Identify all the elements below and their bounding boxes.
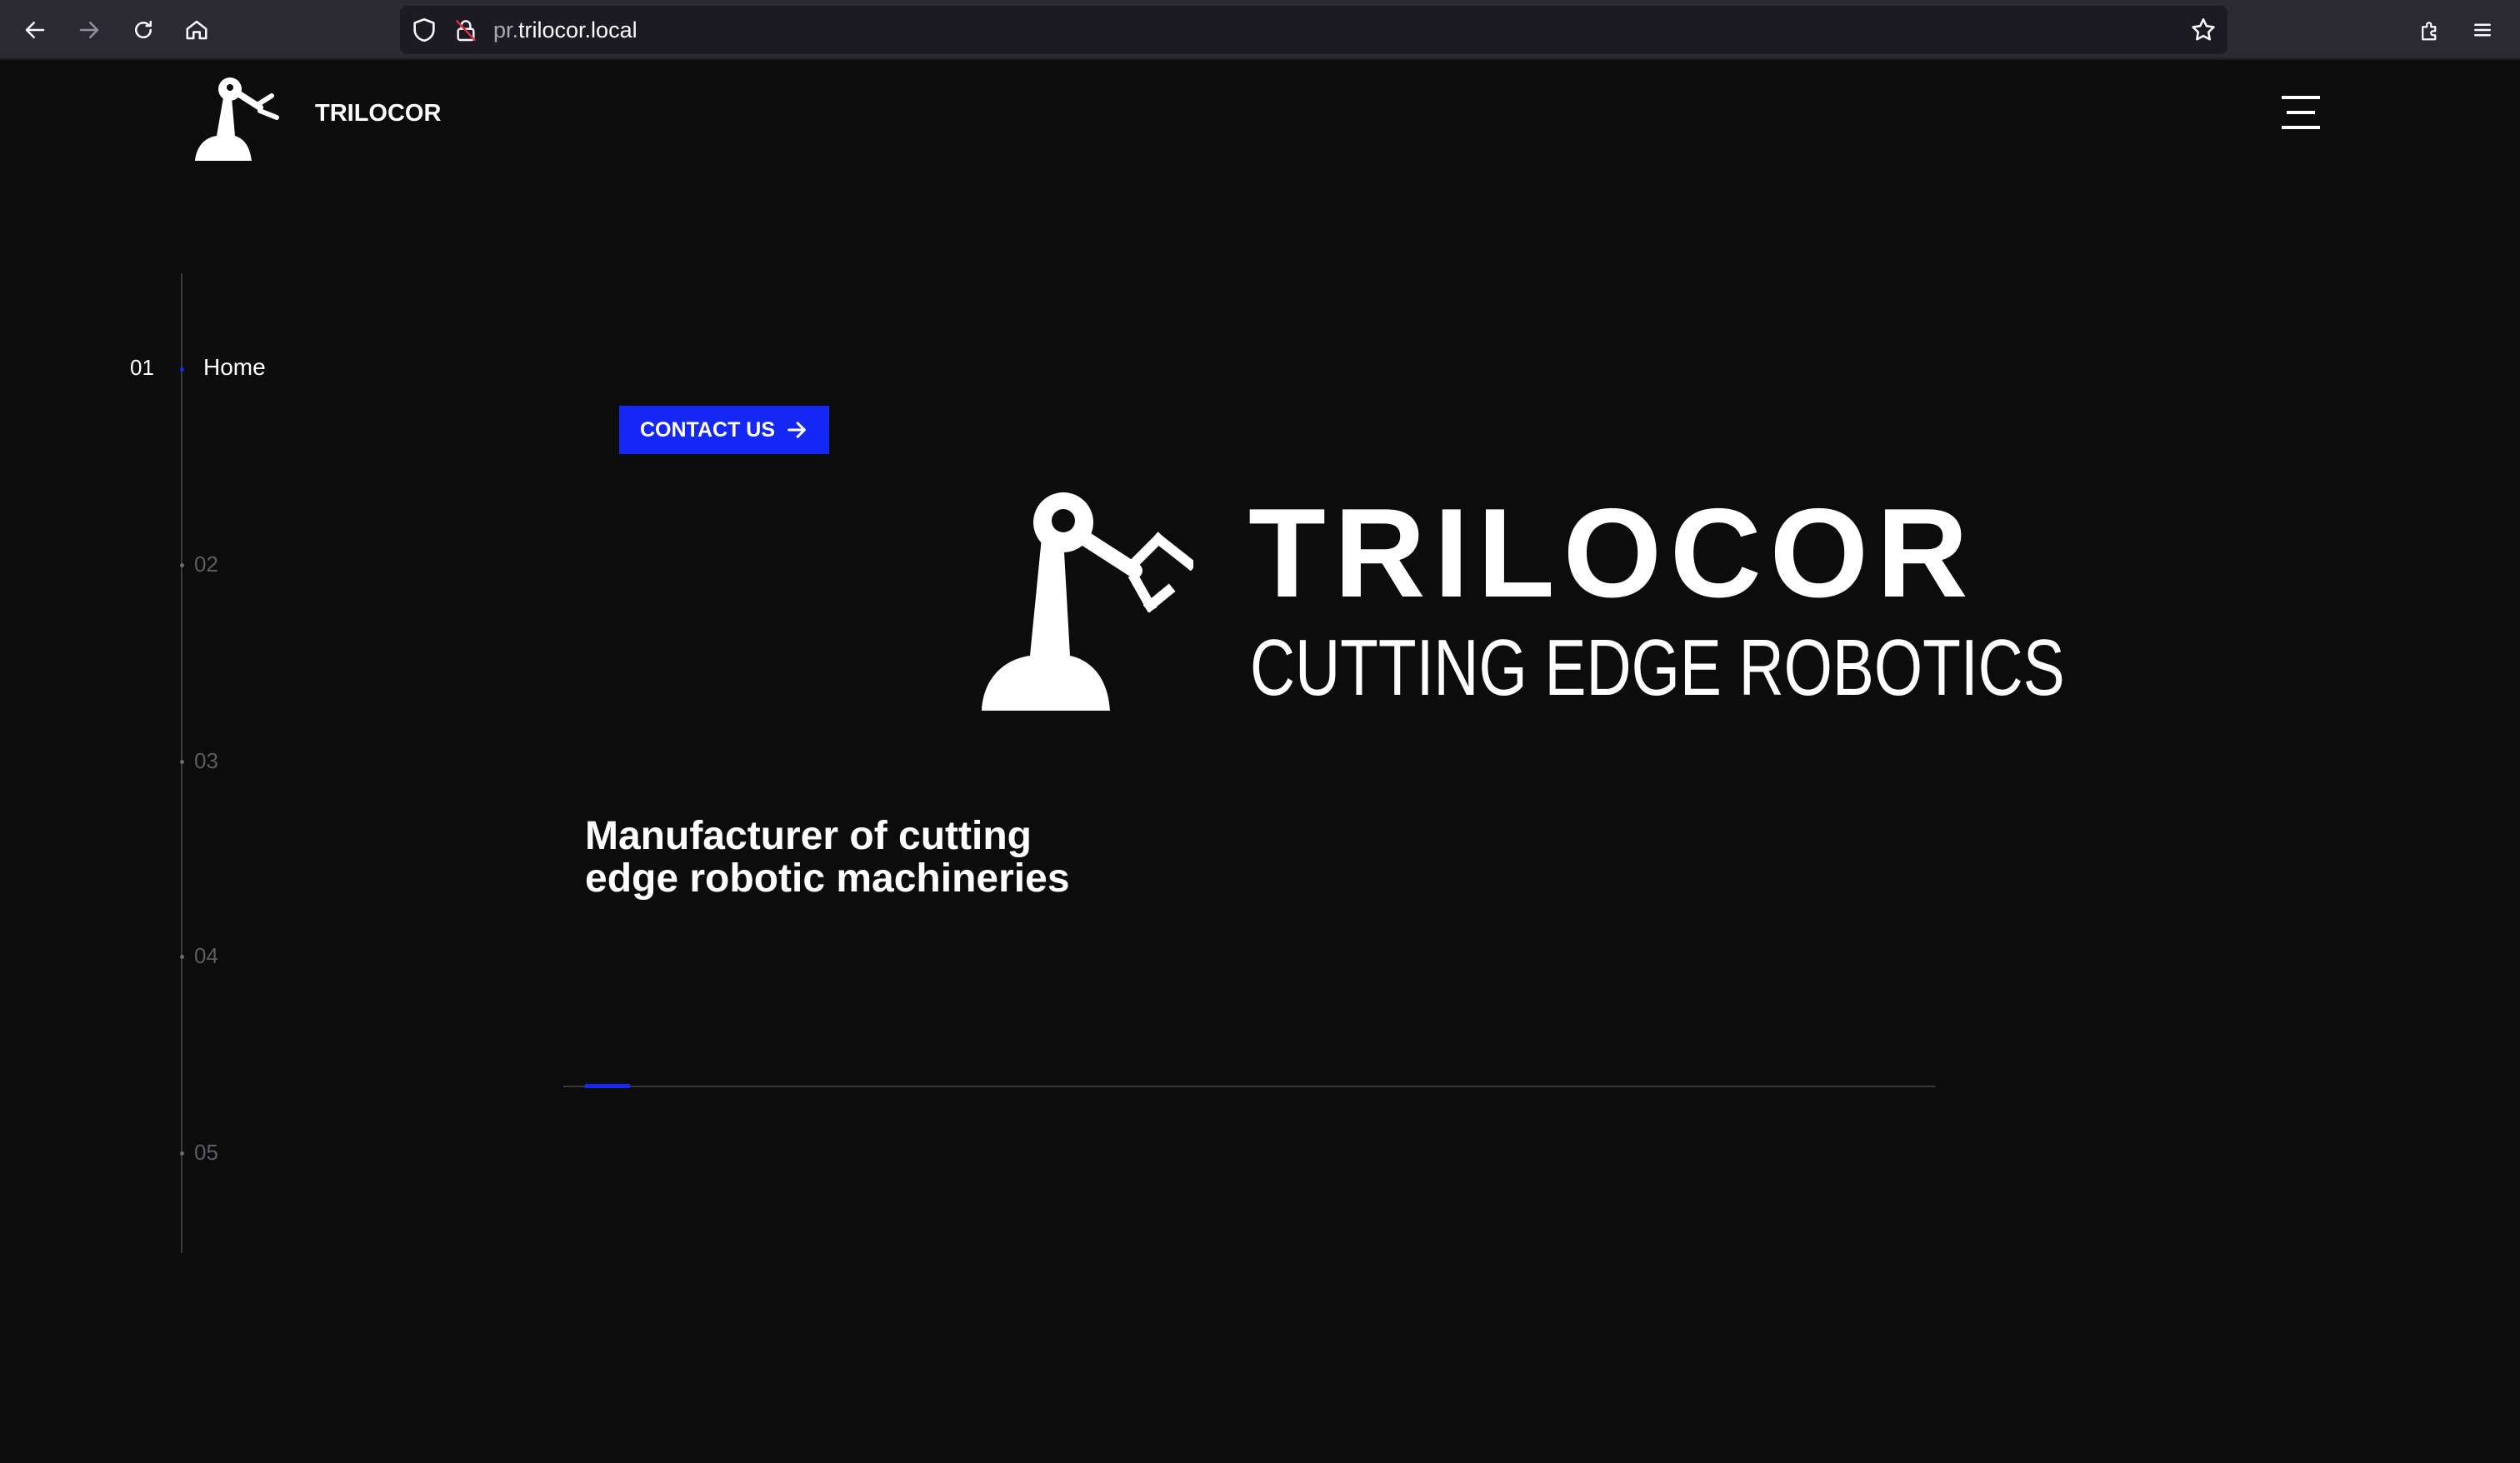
hero-subtitle: CUTTING EDGE ROBOTICS bbox=[1250, 623, 2065, 712]
hamburger-bar bbox=[2282, 126, 2320, 129]
star-icon[interactable] bbox=[2189, 16, 2218, 44]
robot-arm-logo[interactable] bbox=[193, 71, 283, 162]
brand-name[interactable]: TRILOCOR bbox=[315, 100, 441, 127]
url-text[interactable]: pr.trilocor.local bbox=[493, 16, 638, 44]
slide-nav-number-04[interactable]: 04 bbox=[194, 943, 218, 969]
contact-us-button[interactable]: CONTACT US bbox=[619, 406, 829, 454]
hero-title: TRILOCOR bbox=[1248, 482, 1977, 624]
url-bar[interactable]: pr.trilocor.local bbox=[400, 6, 2228, 54]
arrow-right-icon bbox=[788, 422, 806, 438]
reload-button[interactable] bbox=[125, 12, 162, 48]
back-button[interactable] bbox=[17, 12, 53, 48]
robot-arm-logo bbox=[982, 492, 1193, 711]
forward-button[interactable] bbox=[71, 12, 108, 48]
contact-us-label: CONTACT US bbox=[639, 417, 776, 442]
slide-nav-label-home[interactable]: Home bbox=[203, 354, 266, 381]
home-icon bbox=[186, 20, 208, 40]
slide-nav-dot bbox=[180, 955, 184, 959]
slide-nav-number-01[interactable]: 01 bbox=[130, 355, 154, 381]
arrow-right-icon bbox=[79, 22, 99, 38]
site-menu-button[interactable] bbox=[2282, 96, 2320, 129]
slide-nav-dot bbox=[180, 1151, 184, 1156]
slide-nav-dot-active bbox=[180, 367, 184, 372]
slide-progress-track bbox=[563, 1086, 1935, 1087]
slide-nav-number-05[interactable]: 05 bbox=[194, 1140, 218, 1166]
puzzle-icon bbox=[2422, 22, 2437, 41]
slide-nav-number-03[interactable]: 03 bbox=[194, 748, 218, 774]
slide-progress-fill bbox=[585, 1084, 630, 1088]
slide-nav-number-02[interactable]: 02 bbox=[194, 552, 218, 577]
menu-icon bbox=[2474, 23, 2491, 37]
reload-icon bbox=[135, 20, 152, 38]
hamburger-bar bbox=[2282, 96, 2320, 99]
hamburger-bar bbox=[2287, 111, 2315, 114]
hero-tagline: Manufacturer of cutting edge robotic mac… bbox=[585, 814, 1070, 901]
slide-nav-dot bbox=[180, 760, 184, 764]
extensions-button[interactable] bbox=[2412, 12, 2448, 48]
lock-strike-icon[interactable] bbox=[452, 17, 479, 43]
arrow-left-icon bbox=[25, 22, 45, 38]
home-button[interactable] bbox=[178, 12, 215, 48]
app-menu-button[interactable] bbox=[2464, 12, 2501, 48]
shield-icon[interactable] bbox=[410, 16, 438, 44]
browser-toolbar: pr.trilocor.local bbox=[0, 0, 2520, 60]
slide-nav-dot bbox=[180, 563, 184, 567]
